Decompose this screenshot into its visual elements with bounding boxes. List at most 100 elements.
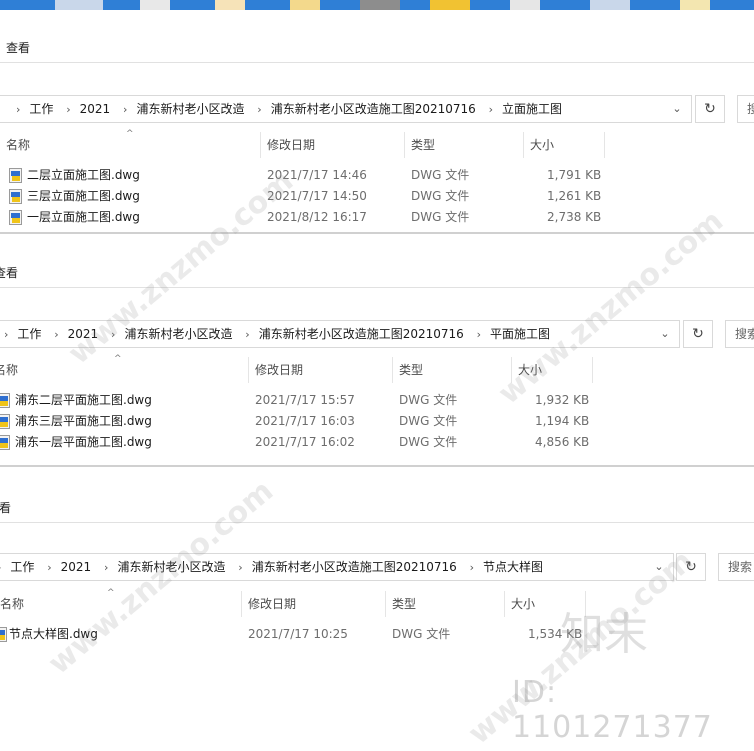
chevron-down-icon[interactable]: ⌄: [653, 321, 677, 347]
view-menu[interactable]: 看: [0, 497, 11, 519]
ribbon-divider: [0, 287, 754, 288]
breadcrumb-arrow: ›: [476, 328, 482, 341]
refresh-icon[interactable]: ↻: [695, 95, 725, 123]
column-size[interactable]: 大小: [505, 591, 586, 617]
file-date: 2021/8/12 16:17: [267, 210, 367, 224]
column-date[interactable]: 修改日期: [242, 591, 386, 617]
dwg-file-icon: [0, 627, 7, 642]
breadcrumb: › 工作 › 2021 › 浦东新村老小区改造 › 浦东新村老小区改造施工图202107…: [0, 321, 550, 347]
address-bar[interactable]: › 工作 › 2021 › 浦东新村老小区改造 › 浦东新村老小区改造施工图202107…: [0, 95, 692, 123]
file-name: 浦东三层平面施工图.dwg: [15, 414, 152, 428]
breadcrumb-item[interactable]: 工作: [17, 321, 41, 347]
address-bar[interactable]: › 工作 › 2021 › 浦东新村老小区改造 › 浦东新村老小区改造施工图202107…: [0, 553, 674, 581]
refresh-icon[interactable]: ↻: [683, 320, 713, 348]
file-size: 1,791 KB: [547, 168, 602, 182]
search-input[interactable]: 搜: [737, 95, 754, 123]
breadcrumb-arrow: ›: [47, 561, 52, 574]
breadcrumb-arrow: ›: [66, 103, 71, 116]
taskbar-thumb[interactable]: [590, 0, 630, 10]
list-item[interactable]: 浦东二层平面施工图.dwg 2021/7/17 15:57 DWG 文件 1,9…: [0, 390, 754, 411]
column-name[interactable]: ^ 名称: [0, 354, 249, 383]
taskbar-thumb[interactable]: [55, 0, 103, 10]
column-type[interactable]: 类型: [386, 591, 505, 617]
search-input[interactable]: 搜索: [725, 320, 754, 348]
breadcrumb-item[interactable]: 浦东新村老小区改造施工图20210716: [271, 96, 476, 122]
column-date[interactable]: 修改日期: [249, 357, 393, 383]
breadcrumb-item[interactable]: 浦东新村老小区改造施工图20210716: [252, 554, 457, 580]
breadcrumb-item[interactable]: 节点大样图: [483, 554, 543, 580]
column-type[interactable]: 类型: [393, 357, 512, 383]
breadcrumb-arrow: ›: [4, 328, 9, 341]
column-size[interactable]: 大小: [524, 132, 605, 158]
list-item[interactable]: 二层立面施工图.dwg 2021/7/17 14:46 DWG 文件 1,791…: [0, 165, 754, 186]
list-item[interactable]: 浦东三层平面施工图.dwg 2021/7/17 16:03 DWG 文件 1,1…: [0, 411, 754, 432]
file-type: DWG 文件: [411, 189, 470, 203]
explorer-window-detail: 看 › 工作 › 2021 › 浦东新村老小区改造 › 浦东新村老小区改造施工图2021…: [0, 467, 754, 733]
column-date[interactable]: 修改日期: [261, 132, 405, 158]
breadcrumb-item[interactable]: 2021: [68, 321, 99, 347]
file-date: 2021/7/17 14:50: [267, 189, 367, 203]
column-size[interactable]: 大小: [512, 357, 593, 383]
breadcrumb-arrow: ›: [238, 561, 243, 574]
taskbar-thumb[interactable]: [430, 0, 470, 10]
taskbar-thumb[interactable]: [215, 0, 245, 10]
taskbar-strip: [0, 0, 754, 10]
file-date: 2021/7/17 14:46: [267, 168, 367, 182]
refresh-icon[interactable]: ↻: [676, 553, 706, 581]
taskbar-thumb[interactable]: [680, 0, 710, 10]
taskbar-thumb[interactable]: [290, 0, 320, 10]
breadcrumb-arrow: ›: [0, 555, 1, 581]
file-name: 浦东二层平面施工图.dwg: [15, 393, 152, 407]
file-type: DWG 文件: [399, 414, 458, 428]
address-bar[interactable]: › 工作 › 2021 › 浦东新村老小区改造 › 浦东新村老小区改造施工图202107…: [0, 320, 680, 348]
dwg-file-icon: [0, 393, 10, 408]
breadcrumb-item[interactable]: 2021: [61, 554, 92, 580]
breadcrumb-item[interactable]: 2021: [80, 96, 111, 122]
file-type: DWG 文件: [399, 435, 458, 449]
file-size: 1,261 KB: [547, 189, 602, 203]
breadcrumb-item[interactable]: 浦东新村老小区改造: [117, 554, 225, 580]
file-size: 1,932 KB: [535, 393, 590, 407]
file-size: 1,194 KB: [535, 414, 590, 428]
file-type: DWG 文件: [411, 210, 470, 224]
column-type[interactable]: 类型: [405, 132, 524, 158]
breadcrumb: › 工作 › 2021 › 浦东新村老小区改造 › 浦东新村老小区改造施工图202107…: [7, 96, 562, 122]
file-date: 2021/7/17 10:25: [248, 627, 348, 641]
breadcrumb-item[interactable]: 工作: [29, 96, 53, 122]
breadcrumb-arrow: ›: [104, 561, 109, 574]
list-item[interactable]: 浦东一层平面施工图.dwg 2021/7/17 16:02 DWG 文件 4,8…: [0, 432, 754, 453]
search-input[interactable]: 搜索: [718, 553, 754, 581]
breadcrumb-item[interactable]: 工作: [10, 554, 34, 580]
sort-up-icon: ^: [126, 129, 134, 139]
breadcrumb-item[interactable]: 立面施工图: [502, 96, 562, 122]
ribbon-divider: [0, 522, 754, 523]
column-name[interactable]: ^ 名称: [0, 129, 261, 158]
breadcrumb-item[interactable]: 浦东新村老小区改造: [124, 321, 232, 347]
breadcrumb-item[interactable]: 平面施工图: [490, 321, 550, 347]
file-name: 三层立面施工图.dwg: [27, 189, 140, 203]
taskbar-thumb[interactable]: [510, 0, 540, 10]
dwg-file-icon: [0, 435, 10, 450]
list-item[interactable]: 节点大样图.dwg 2021/7/17 10:25 DWG 文件 1,534 K…: [0, 624, 754, 645]
taskbar-thumb[interactable]: [360, 0, 400, 10]
file-size: 4,856 KB: [535, 435, 590, 449]
column-name[interactable]: ^ 名称: [0, 588, 242, 617]
breadcrumb-arrow: ›: [257, 103, 262, 116]
view-menu[interactable]: 查看: [6, 37, 30, 59]
explorer-window-elevation: 查看 › 工作 › 2021 › 浦东新村老小区改造 › 浦东新村老小区改造施工图202…: [0, 10, 754, 233]
breadcrumb-arrow: ›: [469, 561, 475, 574]
view-menu[interactable]: 查看: [0, 262, 18, 284]
chevron-down-icon[interactable]: ⌄: [647, 554, 671, 580]
file-size: 1,534 KB: [528, 627, 583, 641]
breadcrumb-arrow: ›: [123, 103, 128, 116]
file-name: 节点大样图.dwg: [9, 627, 98, 641]
list-item[interactable]: 三层立面施工图.dwg 2021/7/17 14:50 DWG 文件 1,261…: [0, 186, 754, 207]
taskbar-thumb[interactable]: [140, 0, 170, 10]
dwg-file-icon: [9, 189, 22, 204]
list-item[interactable]: 一层立面施工图.dwg 2021/8/12 16:17 DWG 文件 2,738…: [0, 207, 754, 228]
breadcrumb-arrow: ›: [54, 328, 59, 341]
breadcrumb-item[interactable]: 浦东新村老小区改造施工图20210716: [259, 321, 464, 347]
chevron-down-icon[interactable]: ⌄: [665, 96, 689, 122]
breadcrumb-item[interactable]: 浦东新村老小区改造: [136, 96, 244, 122]
breadcrumb-arrow: ›: [16, 103, 21, 116]
